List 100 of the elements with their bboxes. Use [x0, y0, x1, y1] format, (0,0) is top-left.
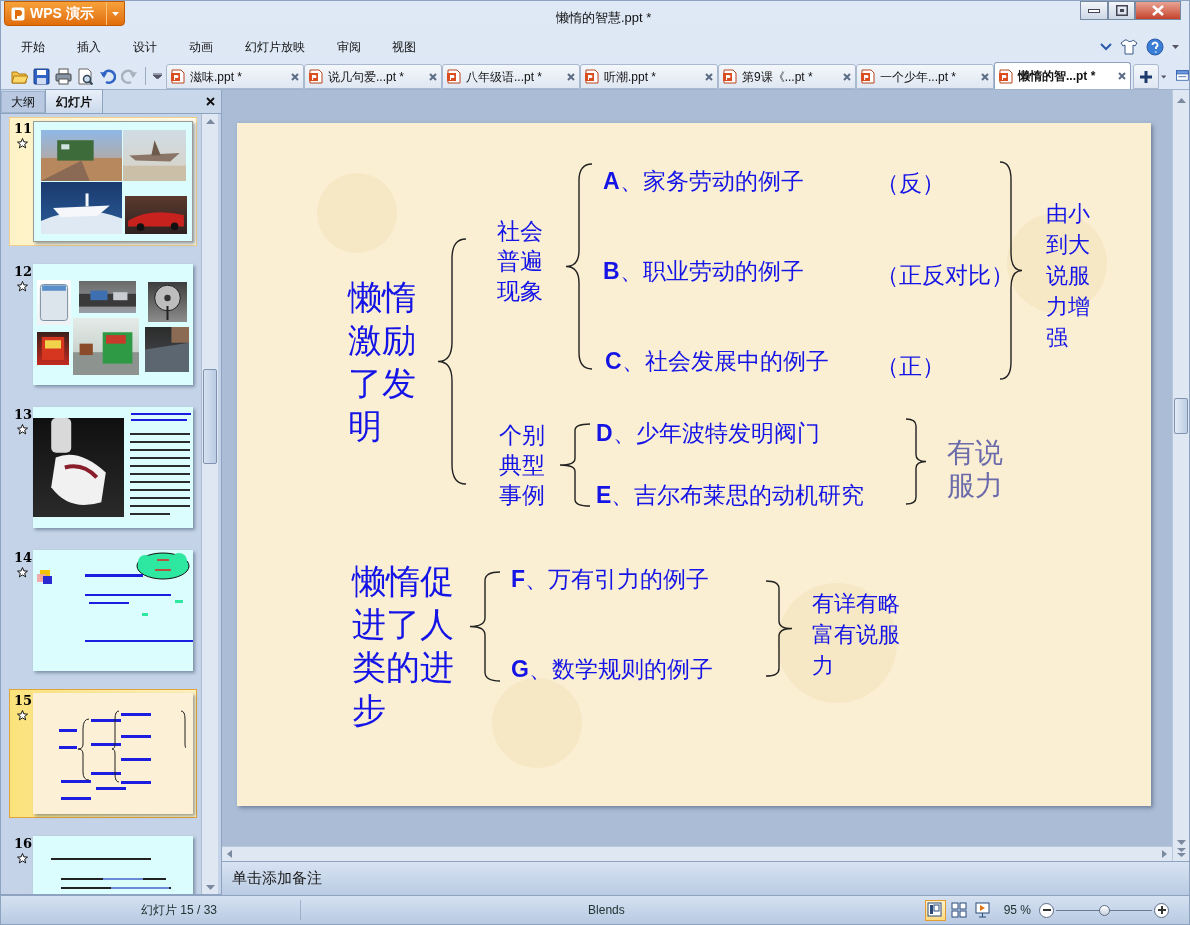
scrollbar[interactable]	[201, 114, 218, 894]
document-tab[interactable]: 八年级语...pt *	[442, 64, 580, 89]
minimize-button[interactable]	[1080, 1, 1108, 20]
tab-title: 说几句爱...pt *	[328, 68, 404, 86]
menu-tab[interactable]: 动画	[189, 38, 213, 56]
slide-counter: 幻灯片 15 / 33	[141, 902, 218, 919]
example-item: A、家务劳动的例子	[603, 167, 804, 196]
save-icon[interactable]	[33, 67, 50, 85]
shirt-icon[interactable]	[1120, 39, 1138, 55]
presentation-file-icon	[999, 68, 1013, 84]
document-tab[interactable]: 滋味.ppt *	[166, 64, 304, 89]
scroll-left-icon[interactable]	[227, 850, 232, 858]
normal-view-icon	[927, 902, 944, 918]
view-button[interactable]	[924, 899, 946, 921]
example-tag: （反）	[876, 168, 945, 198]
panel-tab[interactable]: 幻灯片	[45, 89, 103, 113]
vertical-scrollbar[interactable]	[1172, 90, 1189, 861]
maximize-icon	[1115, 5, 1128, 16]
notes-field[interactable]: 单击添加备注	[222, 862, 1189, 895]
document-tab[interactable]: 懒惰的智...pt *	[994, 62, 1131, 89]
minus-icon	[1042, 906, 1051, 914]
menu-tab[interactable]: 审阅	[337, 38, 361, 56]
star-icon	[17, 424, 29, 435]
example-tag: （正反对比）	[876, 260, 1014, 290]
theme-name: Blends	[588, 902, 625, 919]
tab-title: 第9课《...pt *	[742, 68, 813, 86]
scroll-down-icon[interactable]	[205, 885, 215, 890]
close-icon[interactable]	[206, 97, 215, 106]
document-tab[interactable]: 一个少年...pt *	[856, 64, 994, 89]
document-tab[interactable]: 说几句爱...pt *	[304, 64, 442, 89]
view-button[interactable]	[948, 899, 970, 921]
scroll-right-icon[interactable]	[1162, 850, 1167, 858]
maximize-button[interactable]	[1108, 1, 1135, 20]
undo-icon[interactable]	[99, 67, 116, 85]
panel-tab[interactable]: 大纲	[1, 91, 45, 113]
example-item: G、数学规则的例子	[511, 655, 713, 684]
document-tab[interactable]: 第9课《...pt *	[718, 64, 856, 89]
help-icon[interactable]	[1146, 38, 1164, 56]
slide-thumbnail-highlight[interactable]: 15	[9, 689, 197, 818]
slide-heading: 懒惰促进了人类的进步	[352, 561, 455, 731]
caret-icon[interactable]	[1160, 75, 1167, 79]
slideshow-icon	[975, 902, 992, 918]
scrollbar-thumb[interactable]	[203, 369, 217, 464]
menu-tab[interactable]: 幻灯片放映	[245, 38, 305, 56]
horizontal-scrollbar[interactable]	[222, 846, 1172, 861]
zoom-slider[interactable]	[1056, 903, 1152, 917]
presentation-file-icon	[309, 69, 323, 84]
star-icon	[17, 710, 29, 721]
remark-text: 有详有略富有说服力	[812, 590, 901, 680]
new-tab-button[interactable]	[1133, 64, 1159, 89]
slide-sorter-icon	[951, 902, 968, 918]
slide-number: 11	[13, 121, 32, 136]
example-item: F、万有引力的例子	[511, 565, 710, 594]
close-button[interactable]	[1135, 1, 1181, 20]
zoom-in-button[interactable]	[1154, 902, 1169, 918]
example-item: D、少年波特发明阀门	[596, 419, 820, 448]
presentation-file-icon	[861, 69, 875, 84]
slider-thumb[interactable]	[1099, 904, 1110, 916]
window-title: 懒惰的智慧.ppt *	[556, 9, 652, 27]
tab-title: 听潮.ppt *	[604, 68, 657, 86]
customize-dropdown-icon[interactable]	[153, 73, 162, 79]
scroll-up-icon[interactable]	[1176, 98, 1186, 103]
slide-thumbnail[interactable]	[32, 264, 193, 385]
document-tab[interactable]: 听潮.ppt *	[580, 64, 718, 89]
menu-tab[interactable]: 开始	[21, 38, 45, 56]
tab-title: 懒惰的智...pt *	[1018, 68, 1096, 85]
example-item: E、吉尔布莱思的动机研究	[596, 481, 865, 510]
presentation-file-icon	[723, 69, 737, 84]
example-item: B、职业劳动的例子	[603, 257, 804, 286]
caret-icon[interactable]	[1172, 45, 1179, 49]
star-icon	[17, 281, 29, 292]
chevron-down-icon[interactable]	[1100, 43, 1112, 51]
star-icon	[17, 853, 29, 864]
print-preview-icon[interactable]	[77, 67, 94, 85]
group-label: 社会普遍现象	[497, 217, 544, 306]
plus-icon	[1157, 906, 1166, 914]
slide-thumbnail[interactable]	[32, 550, 193, 671]
slide-canvas[interactable]: 懒惰激励了发明 社会普遍现象 A、家务劳动的例子 （反） B、职业劳动的例子 （正反对比） C、社会发展中的例子 （正） 由小到大说服力增强 个别典型事例 D、少年波特发明阀门 E、吉尔布莱思的动机研究 有说服力 懒惰促进了人类的进步 F、万有引力的例子 G、数学规则的例子 有详有略富有说服力	[237, 123, 1151, 806]
slide-thumbnail[interactable]	[32, 121, 193, 242]
slide-number: 12	[13, 264, 32, 279]
star-icon	[17, 567, 29, 578]
slide-thumbnail[interactable]	[32, 693, 193, 814]
print-icon[interactable]	[55, 67, 72, 85]
scroll-down-icon[interactable]	[1176, 840, 1186, 845]
zoom-out-button[interactable]	[1039, 902, 1054, 918]
remark-text: 有说服力	[947, 436, 1004, 502]
presentation-file-icon	[171, 69, 185, 84]
presentation-logo-icon	[11, 6, 25, 21]
menu-tab[interactable]: 插入	[77, 38, 101, 56]
menu-tab[interactable]: 视图	[392, 38, 416, 56]
menu-tab[interactable]: 设计	[133, 38, 157, 56]
scroll-up-icon[interactable]	[205, 119, 215, 124]
tab-title: 一个少年...pt *	[880, 68, 956, 86]
scrollbar-thumb[interactable]	[1174, 398, 1188, 434]
slide-thumbnail[interactable]	[32, 407, 193, 528]
slide-number: 14	[13, 550, 32, 565]
remark-text: 由小到大说服力增强	[1046, 200, 1091, 352]
slide-thumbnail-highlight[interactable]: 11	[9, 117, 197, 246]
window-list-icon[interactable]	[1176, 69, 1189, 82]
next-slide-icon[interactable]	[1176, 848, 1186, 857]
